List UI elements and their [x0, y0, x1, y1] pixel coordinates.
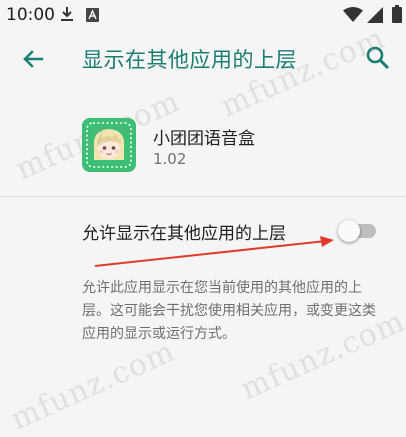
battery-icon — [392, 5, 402, 27]
app-icon — [82, 118, 136, 172]
back-arrow-icon — [23, 50, 44, 68]
a-icon — [86, 7, 99, 26]
app-bar: 显示在其他应用的上层 — [0, 30, 406, 86]
app-name: 小团团语音盒 — [153, 129, 255, 149]
search-button[interactable] — [363, 43, 393, 73]
back-button[interactable] — [18, 44, 48, 74]
download-icon — [60, 6, 74, 26]
status-bar: 10:00 — [0, 0, 406, 30]
annotation-arrow — [94, 236, 334, 267]
search-icon — [366, 46, 390, 70]
app-version: 1.02 — [153, 150, 187, 168]
permission-description: 允许此应用显示在您当前使用的其他应用的上层。这可能会干扰您使用相关应用，或变更这… — [82, 280, 376, 342]
switch-thumb — [338, 220, 360, 242]
page-title: 显示在其他应用的上层 — [82, 48, 297, 72]
watermark: mfunz.com — [5, 333, 181, 437]
signal-icon — [367, 7, 383, 27]
permission-switch[interactable] — [338, 220, 378, 242]
status-time: 10:00 — [6, 5, 55, 25]
app-info-row: 小团团语音盒 1.02 — [0, 108, 406, 188]
wifi-icon — [343, 7, 363, 26]
divider — [0, 196, 406, 197]
